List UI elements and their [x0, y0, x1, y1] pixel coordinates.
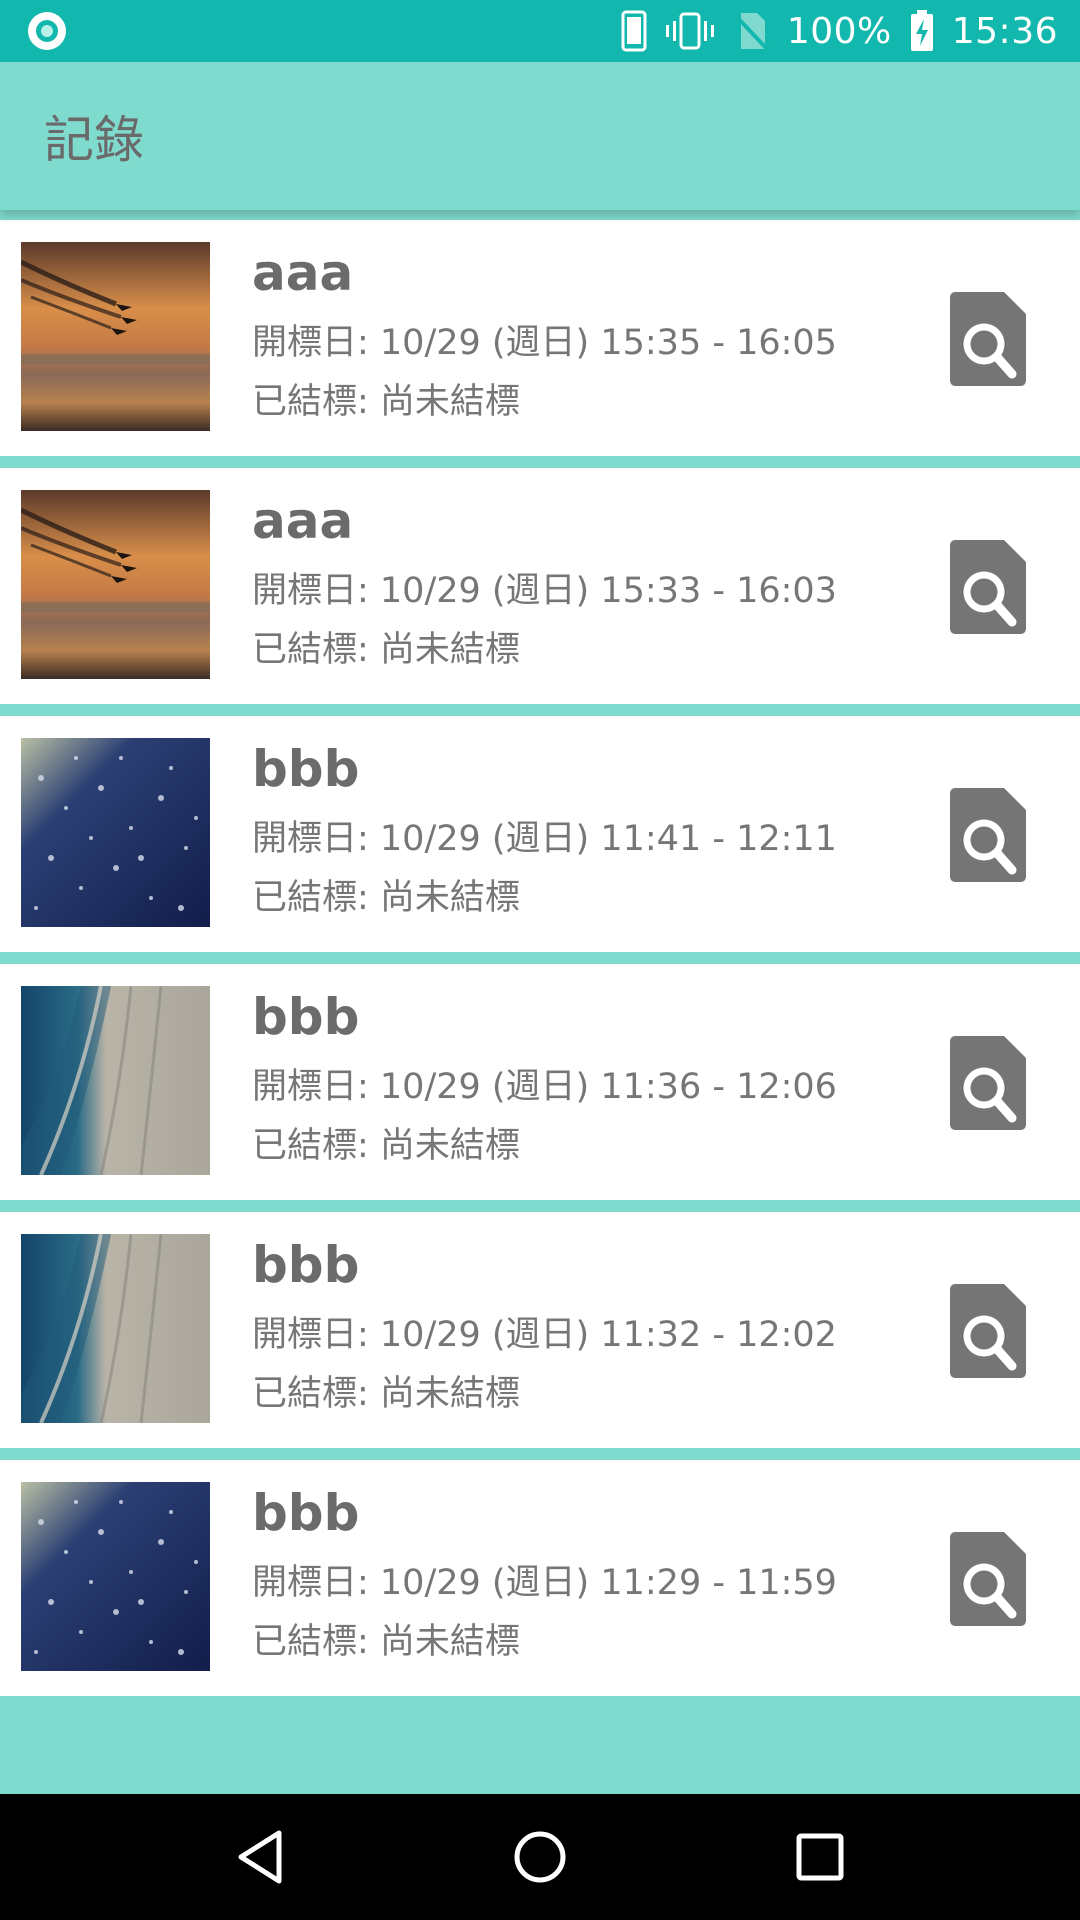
item-status: 已結標: 尚未結標 — [252, 1126, 520, 1166]
item-title: bbb — [252, 1236, 360, 1294]
list-item[interactable]: bbb 開標日: 10/29 (週日) 11:41 - 12:11 已結標: 尚… — [0, 716, 1080, 952]
item-open-date: 開標日: 10/29 (週日) 11:36 - 12:06 — [252, 1067, 837, 1107]
list-item[interactable]: aaa 開標日: 10/29 (週日) 15:35 - 16:05 已結標: 尚… — [0, 220, 1080, 456]
thumbnail-image — [21, 490, 210, 679]
list-item[interactable]: bbb 開標日: 10/29 (週日) 11:29 - 11:59 已結標: 尚… — [0, 1460, 1080, 1696]
item-open-date: 開標日: 10/29 (週日) 11:32 - 12:02 — [252, 1315, 837, 1355]
thumbnail-image — [21, 242, 210, 431]
item-title: bbb — [252, 1484, 360, 1542]
item-status: 已結標: 尚未結標 — [252, 382, 520, 422]
search-icon[interactable] — [950, 1036, 1026, 1130]
search-icon[interactable] — [950, 292, 1026, 386]
no-sim-icon — [733, 11, 769, 51]
list-item[interactable]: bbb 開標日: 10/29 (週日) 11:32 - 12:02 已結標: 尚… — [0, 1212, 1080, 1448]
app-bar: 記錄 — [0, 62, 1080, 210]
item-open-date: 開標日: 10/29 (週日) 15:35 - 16:05 — [252, 323, 837, 363]
item-open-date: 開標日: 10/29 (週日) 11:41 - 12:11 — [252, 819, 837, 859]
item-title: aaa — [252, 492, 354, 550]
thumbnail-image — [21, 1482, 210, 1671]
phone-icon — [621, 10, 647, 52]
status-bar: 100% 15:36 — [0, 0, 1080, 62]
item-status: 已結標: 尚未結標 — [252, 630, 520, 670]
navigation-bar — [0, 1794, 1080, 1920]
item-status: 已結標: 尚未結標 — [252, 1622, 520, 1662]
search-icon[interactable] — [950, 540, 1026, 634]
item-title: aaa — [252, 244, 354, 302]
thumbnail-image — [21, 986, 210, 1175]
home-icon[interactable] — [500, 1817, 580, 1897]
thumbnail-image — [21, 1234, 210, 1423]
clock: 15:36 — [951, 10, 1058, 52]
battery-charging-icon — [910, 10, 934, 52]
item-open-date: 開標日: 10/29 (週日) 11:29 - 11:59 — [252, 1563, 837, 1603]
record-list: aaa 開標日: 10/29 (週日) 15:35 - 16:05 已結標: 尚… — [0, 220, 1080, 1708]
back-icon[interactable] — [220, 1817, 300, 1897]
notification-icon — [28, 12, 66, 50]
thumbnail-image — [21, 738, 210, 927]
search-icon[interactable] — [950, 1284, 1026, 1378]
item-status: 已結標: 尚未結標 — [252, 878, 520, 918]
item-title: bbb — [252, 740, 360, 798]
item-open-date: 開標日: 10/29 (週日) 15:33 - 16:03 — [252, 571, 837, 611]
recents-icon[interactable] — [780, 1817, 860, 1897]
page-title: 記錄 — [44, 111, 144, 169]
vibrate-icon — [665, 11, 715, 51]
search-icon[interactable] — [950, 1532, 1026, 1626]
list-item[interactable]: aaa 開標日: 10/29 (週日) 15:33 - 16:03 已結標: 尚… — [0, 468, 1080, 704]
item-title: bbb — [252, 988, 360, 1046]
list-item[interactable]: bbb 開標日: 10/29 (週日) 11:36 - 12:06 已結標: 尚… — [0, 964, 1080, 1200]
search-icon[interactable] — [950, 788, 1026, 882]
item-status: 已結標: 尚未結標 — [252, 1374, 520, 1414]
battery-percent: 100% — [786, 10, 892, 52]
